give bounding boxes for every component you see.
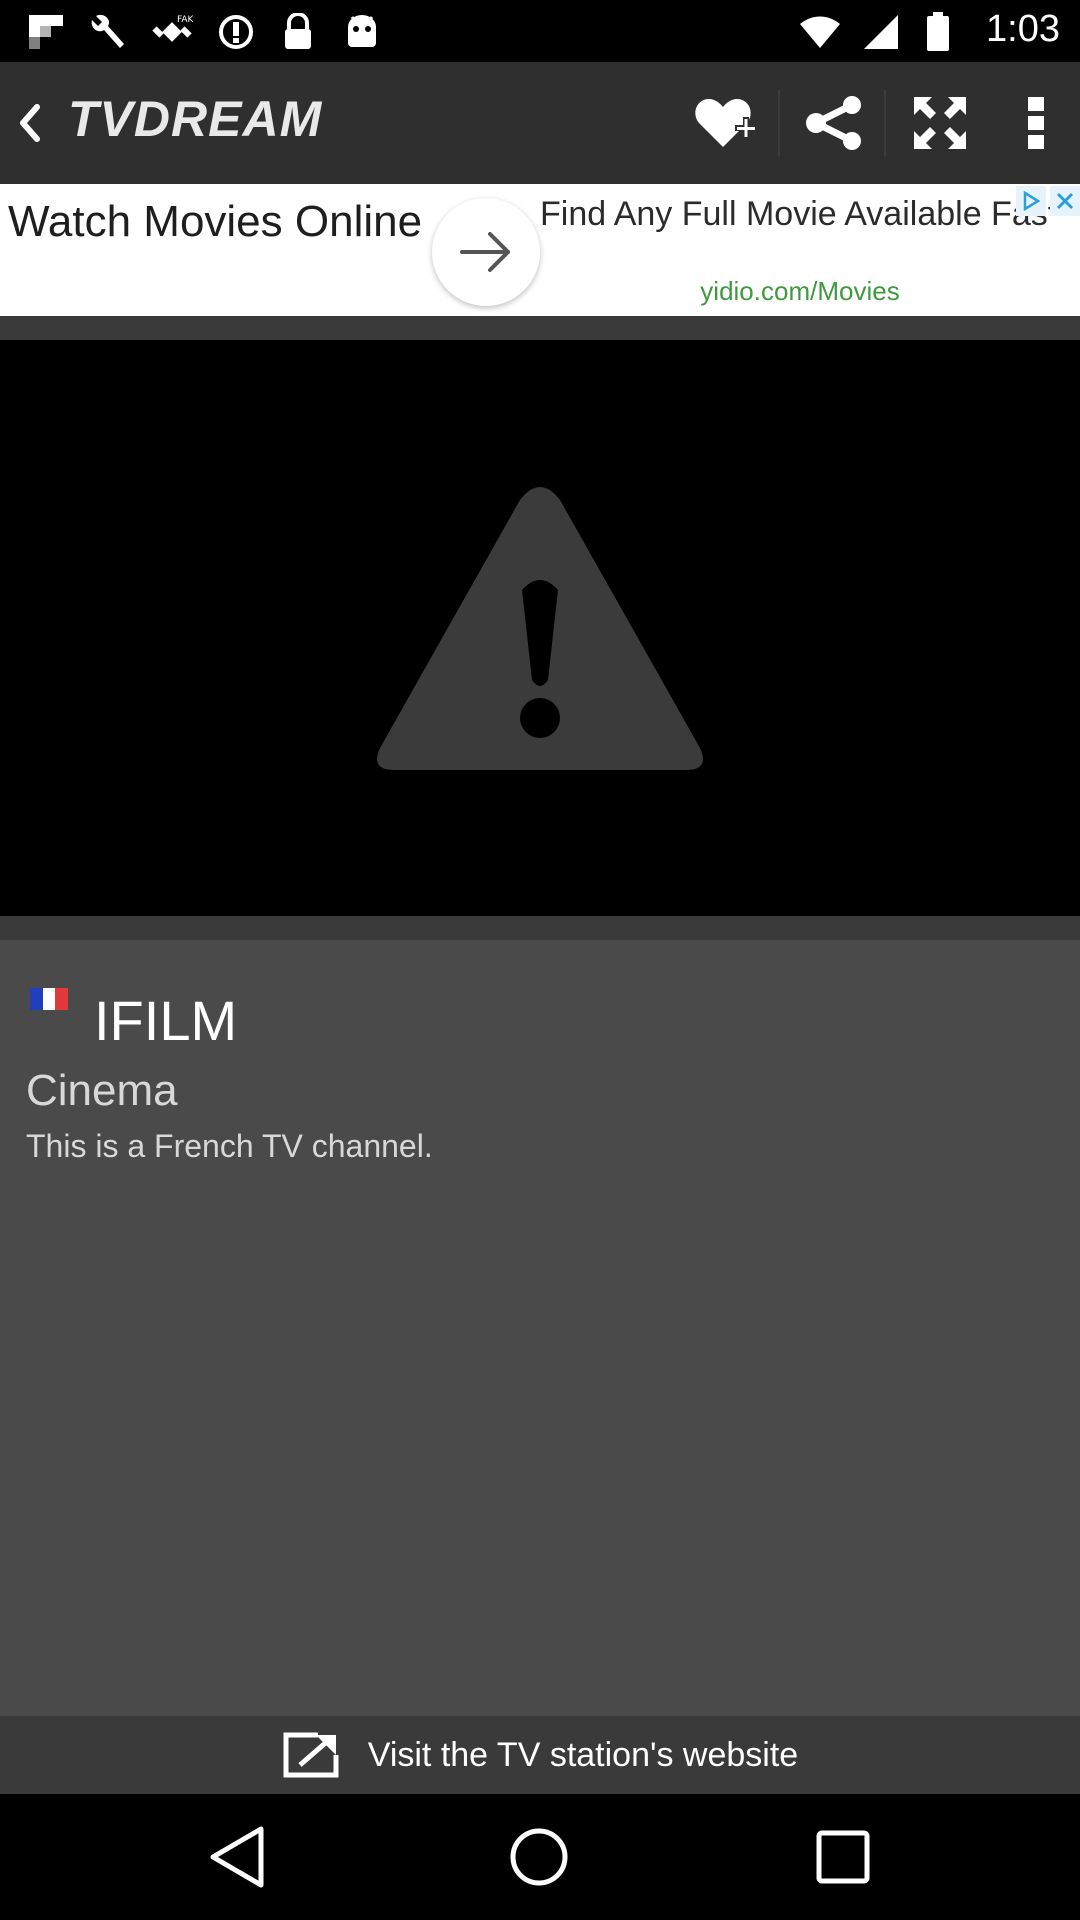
ad-close-button[interactable]: [1050, 186, 1080, 216]
warning-icon: [377, 487, 703, 770]
svg-text:FAKE: FAKE: [177, 15, 193, 25]
fullscreen-icon: [914, 97, 966, 149]
alert-circle-icon: [214, 10, 258, 54]
ad-headline: Find Any Full Movie Available Fast and E…: [540, 195, 1050, 233]
channel-category: Cinema: [26, 1066, 178, 1115]
divider: [0, 916, 1080, 940]
share-button[interactable]: [786, 80, 882, 166]
external-link-icon: [282, 1731, 340, 1779]
android-icon: [340, 10, 384, 54]
signal-icon: [858, 10, 902, 54]
ad-choices-icon: [1023, 191, 1041, 211]
wifi-icon: [798, 10, 842, 54]
more-options-button[interactable]: [996, 80, 1076, 166]
add-favorite-button[interactable]: [678, 80, 774, 166]
fake-gps-icon: FAKE: [150, 10, 194, 54]
ad-domain: yidio.com/Movies: [700, 276, 900, 306]
ad-left-text: Watch Movies Online: [8, 197, 423, 246]
navigation-bar: [0, 1794, 1080, 1920]
channel-info-panel: IFILM Cinema This is a French TV channel…: [0, 940, 1080, 1716]
nav-back-button[interactable]: [192, 1814, 282, 1900]
share-icon: [806, 96, 861, 150]
home-icon: [510, 1828, 568, 1886]
battery-icon: [916, 10, 960, 54]
channel-name: IFILM: [94, 989, 238, 1052]
ad-banner[interactable]: Watch Movies Online Find Any Full Movie …: [0, 184, 1080, 318]
nav-home-button[interactable]: [494, 1814, 584, 1900]
fullscreen-button[interactable]: [892, 80, 988, 166]
chevron-left-icon: [20, 104, 40, 142]
divider: [0, 316, 1080, 340]
divider: [778, 90, 780, 156]
ad-arrow-button[interactable]: [432, 198, 540, 306]
recents-icon: [816, 1830, 870, 1884]
france-flag-icon: [30, 988, 69, 1010]
back-button[interactable]: [0, 62, 60, 184]
status-bar: FAKE 1:03: [0, 0, 1080, 62]
video-player[interactable]: [0, 340, 1080, 916]
back-icon: [210, 1826, 264, 1888]
more-vert-icon: [1028, 97, 1044, 149]
close-icon: [1056, 192, 1074, 210]
heart-plus-icon: [695, 99, 757, 147]
wrench-icon: [86, 10, 130, 54]
ad-choices-button[interactable]: [1016, 186, 1046, 216]
arrow-right-icon: [460, 232, 510, 272]
nav-recents-button[interactable]: [798, 1814, 888, 1900]
flipboard-icon: [24, 10, 68, 54]
app-logo: TVDREAM: [68, 91, 323, 147]
channel-description: This is a French TV channel.: [26, 1128, 433, 1164]
visit-website-button[interactable]: Visit the TV station's website: [0, 1716, 1080, 1794]
visit-website-label: Visit the TV station's website: [367, 1735, 799, 1774]
app-bar: TVDREAM: [0, 62, 1080, 186]
lock-icon: [276, 10, 320, 54]
status-time: 1:03: [986, 8, 1060, 50]
divider: [884, 90, 886, 156]
